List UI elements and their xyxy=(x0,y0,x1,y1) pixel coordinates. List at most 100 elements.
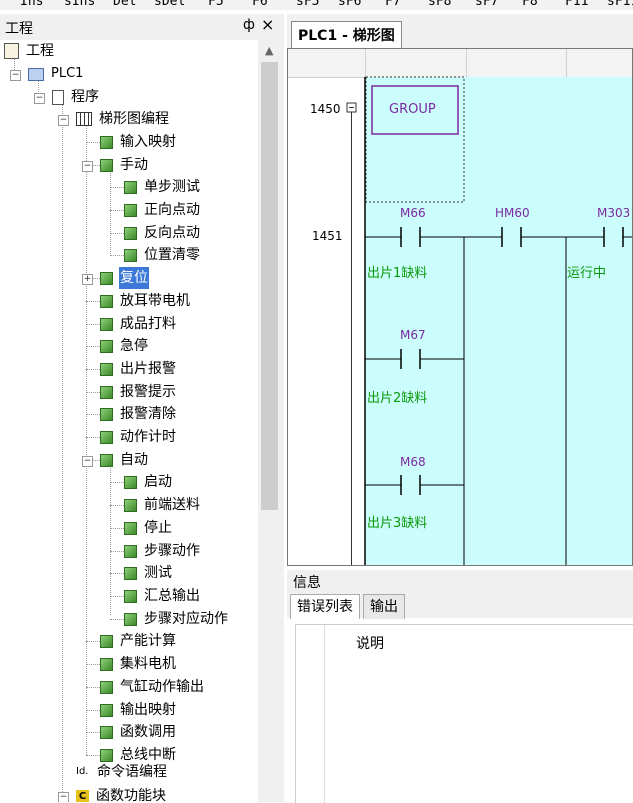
tree-scrollbar[interactable]: ▲ xyxy=(258,40,284,802)
program-block-icon xyxy=(124,589,137,603)
tree-item-ladder-program[interactable]: 梯形图编程 xyxy=(76,108,170,130)
project-panel-header: 工程 ф × xyxy=(0,14,284,41)
tree-label: 汇总输出 xyxy=(144,588,200,604)
scrollbar-thumb[interactable] xyxy=(261,62,278,510)
scroll-up-icon[interactable]: ▲ xyxy=(265,44,273,57)
tree-item-program[interactable]: 程序 xyxy=(52,86,100,108)
tree-item[interactable]: 成品打料 xyxy=(100,313,177,335)
program-block-icon xyxy=(124,612,137,626)
contact-comment: 出片2缺料 xyxy=(367,391,427,406)
close-icon[interactable]: × xyxy=(261,15,274,34)
tree-label: 输入映射 xyxy=(120,134,176,150)
fkey[interactable]: Ins xyxy=(20,0,43,9)
fkey[interactable]: sF8 xyxy=(428,0,451,9)
program-block-icon xyxy=(100,317,113,331)
tree-item[interactable]: 步骤动作 xyxy=(124,540,201,562)
tree-item[interactable]: 动作计时 xyxy=(100,426,177,448)
info-tab-bar: 错误列表 输出 xyxy=(287,592,633,619)
rung-number: 1451 xyxy=(312,229,343,243)
tree-item[interactable]: 报警清除 xyxy=(100,403,177,425)
program-block-icon xyxy=(100,158,113,172)
tree-item[interactable]: 复位 xyxy=(100,267,149,289)
tree-connector xyxy=(110,255,124,256)
tree-label: 手动 xyxy=(120,157,148,173)
collapse-icon[interactable]: − xyxy=(82,456,93,467)
collapse-icon[interactable]: − xyxy=(10,70,21,81)
tree-connector xyxy=(110,187,124,188)
tree-item-command-program[interactable]: Id. 命令语编程 xyxy=(76,761,168,783)
tree-connector xyxy=(110,528,124,529)
tree-connector xyxy=(86,142,100,143)
fkey[interactable]: F7 xyxy=(385,0,401,9)
tree-item[interactable]: 输入映射 xyxy=(100,131,177,153)
fkey[interactable]: sIns xyxy=(64,0,95,9)
tree-item[interactable]: 前端送料 xyxy=(124,494,201,516)
column-header-description: 说明 xyxy=(356,636,384,652)
tree-item[interactable]: 输出映射 xyxy=(100,699,177,721)
tree-item-root[interactable]: 工程 xyxy=(4,40,55,62)
tree-item[interactable]: 自动 xyxy=(100,449,149,471)
fkey[interactable]: sDel xyxy=(154,0,185,9)
tree-item[interactable]: 测试 xyxy=(124,562,173,584)
tree-connector xyxy=(86,324,100,325)
tree-item[interactable]: 集料电机 xyxy=(100,653,177,675)
tree-item[interactable]: 停止 xyxy=(124,517,173,539)
tree-item[interactable]: 步骤对应动作 xyxy=(124,608,229,630)
tree-item[interactable]: 位置清零 xyxy=(124,244,201,266)
editor-tab-bar: PLC1 - 梯形图 xyxy=(287,14,633,48)
program-block-icon xyxy=(124,521,137,535)
fkey[interactable]: F11 xyxy=(565,0,588,9)
tree-label: 复位 xyxy=(119,267,149,289)
function-block-icon: C xyxy=(76,789,89,802)
tree-label: 启动 xyxy=(144,474,172,490)
tree-item[interactable]: 手动 xyxy=(100,154,149,176)
tree-item[interactable]: 启动 xyxy=(124,471,173,493)
program-block-icon xyxy=(100,294,113,308)
ladder-editor[interactable]: 1450 GROUP 1451 M66 出片1缺料 HM60 M303 运行中 … xyxy=(287,48,633,566)
tree-label: 测试 xyxy=(144,565,172,581)
collapse-icon[interactable]: − xyxy=(58,792,69,802)
tree-item[interactable]: 报警提示 xyxy=(100,381,177,403)
pin-icon[interactable]: ф xyxy=(243,17,255,33)
fkey[interactable]: sF5 xyxy=(296,0,319,9)
tree-item[interactable]: 出片报警 xyxy=(100,358,177,380)
tab-output[interactable]: 输出 xyxy=(363,594,405,619)
tree-label: 正向点动 xyxy=(144,202,200,218)
tree-item[interactable]: 反向点动 xyxy=(124,222,201,244)
collapse-icon[interactable]: − xyxy=(34,93,45,104)
group-block-label: GROUP xyxy=(389,102,436,117)
tree-item[interactable]: 函数调用 xyxy=(100,721,177,743)
tree-item[interactable]: 汇总输出 xyxy=(124,585,201,607)
program-block-icon xyxy=(100,680,113,694)
tree-connector xyxy=(110,482,124,483)
collapse-icon[interactable]: − xyxy=(58,115,69,126)
tab-error-list[interactable]: 错误列表 xyxy=(290,594,360,619)
fkey[interactable]: sF11 xyxy=(607,0,633,9)
expand-icon[interactable]: + xyxy=(82,274,93,285)
program-block-icon xyxy=(100,703,113,717)
tree-item-plc[interactable]: PLC1 xyxy=(28,63,84,85)
fkey[interactable]: Del xyxy=(113,0,136,9)
tree-label: 命令语编程 xyxy=(97,764,167,780)
program-block-icon xyxy=(100,634,113,648)
tree-label: 自动 xyxy=(120,452,148,468)
program-block-icon xyxy=(100,385,113,399)
fkey[interactable]: sF6 xyxy=(338,0,361,9)
project-panel-title: 工程 xyxy=(5,21,33,37)
tree-item[interactable]: 急停 xyxy=(100,335,149,357)
tree-item-function-block[interactable]: C 函数功能块 xyxy=(76,785,167,802)
ladder-diagram: 1450 GROUP 1451 M66 出片1缺料 HM60 M303 运行中 … xyxy=(310,76,632,565)
tree-item[interactable]: 单步测试 xyxy=(124,176,201,198)
fkey[interactable]: F8 xyxy=(522,0,538,9)
tree-item[interactable]: 气缸动作输出 xyxy=(100,676,205,698)
fkey[interactable]: F6 xyxy=(252,0,268,9)
fkey[interactable]: F5 xyxy=(208,0,224,9)
tab-ladder-editor[interactable]: PLC1 - 梯形图 xyxy=(291,21,402,48)
tree-item[interactable]: 正向点动 xyxy=(124,199,201,221)
tree-label: 停止 xyxy=(144,520,172,536)
tree-item[interactable]: 产能计算 xyxy=(100,630,177,652)
tree-connector xyxy=(86,346,100,347)
fkey[interactable]: sF7 xyxy=(475,0,498,9)
tree-item[interactable]: 放耳带电机 xyxy=(100,290,191,312)
collapse-icon[interactable]: − xyxy=(82,161,93,172)
